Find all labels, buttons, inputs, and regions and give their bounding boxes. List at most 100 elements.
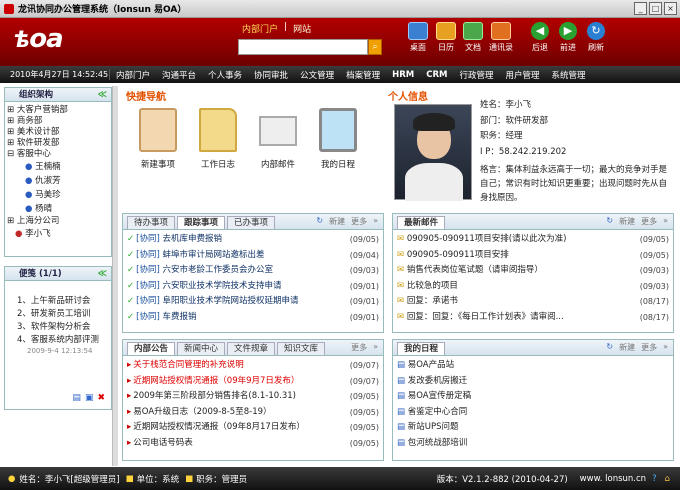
help-icon[interactable]: ? — [652, 474, 657, 484]
refresh-icon[interactable]: ↻ — [316, 216, 323, 227]
list-item[interactable]: ✓ [协同] 六安职业技术学院技术支持申请 (09/01) — [127, 279, 379, 295]
footer-site[interactable]: www. lonsun.cn — [580, 474, 646, 484]
tab-tracking[interactable]: 跟踪事项 — [177, 216, 226, 229]
header-back-button[interactable]: ◀ 后退 — [528, 22, 552, 53]
more-button[interactable]: 更多 — [351, 342, 367, 353]
expand-icon[interactable]: » — [373, 216, 378, 227]
list-item[interactable]: ✉ 回复：承诺书 (08/17) — [397, 294, 669, 310]
expand-icon[interactable]: » — [373, 342, 378, 353]
tree-node[interactable]: ● 王楠楠 — [7, 160, 109, 174]
tree-node[interactable]: ⊞ 美术设计部 — [7, 127, 109, 138]
list-item[interactable]: ✉ 销售代表岗位笔试题（请审阅指导） (09/03) — [397, 263, 669, 279]
tree-node[interactable]: ⊞ 大客户营销部 — [7, 105, 109, 116]
header-desktop-button[interactable]: 桌面 — [406, 22, 430, 53]
menu-item-archives[interactable]: 档案管理 — [340, 69, 386, 81]
header-refresh-button[interactable]: ↻ 刷新 — [584, 22, 608, 53]
quicknav-mail[interactable]: 内部邮件 — [248, 108, 308, 170]
menu-item-system[interactable]: 系统管理 — [546, 69, 592, 81]
tree-node[interactable]: ⊞ 软件研发部 — [7, 138, 109, 149]
menu-item-hrm[interactable]: HRM — [386, 70, 420, 80]
header-forward-button[interactable]: ▶ 前进 — [556, 22, 580, 53]
memo-item[interactable]: 4、客服系统内部评测 — [17, 334, 111, 347]
list-item[interactable]: ▤ 包河统战部培训 — [397, 436, 669, 452]
quicknav-new-item[interactable]: 新建事项 — [128, 108, 188, 170]
menu-item-approval[interactable]: 协同审批 — [248, 69, 294, 81]
tree-node[interactable]: ● 李小飞 — [7, 227, 109, 241]
menu-item-crm[interactable]: CRM — [420, 70, 453, 80]
memo-item[interactable]: 3、软件架构分析会 — [17, 321, 111, 334]
list-item[interactable]: ▸ 2009年第三阶段部分销售排名(8.1-10.31) (09/05) — [127, 389, 379, 405]
refresh-icon[interactable]: ↻ — [606, 342, 613, 353]
new-button[interactable]: 新建 — [619, 216, 635, 227]
tree-node[interactable]: ⊟ 客服中心 — [7, 149, 109, 160]
tab-notices[interactable]: 内部公告 — [127, 342, 176, 355]
list-item[interactable]: ▤ 省鉴定中心合同 — [397, 405, 669, 421]
search-input[interactable] — [238, 39, 368, 55]
quicknav-worklog[interactable]: 工作日志 — [188, 108, 248, 170]
header-contacts-button[interactable]: 通讯录 — [489, 22, 513, 53]
tab-done[interactable]: 已办事项 — [227, 216, 276, 229]
list-item[interactable]: ✓ [协同] 去机库申费报销 (09/05) — [127, 232, 379, 248]
memo-delete-icon[interactable]: ✖ — [97, 393, 105, 403]
tree-node[interactable]: ⊞ 商务部 — [7, 116, 109, 127]
tab-knowledge[interactable]: 知识文库 — [277, 342, 326, 355]
list-item[interactable]: ✓ [协同] 六安市老龄工作委员会办公室 (09/03) — [127, 263, 379, 279]
list-item[interactable]: ▤ 发改委机房搬迁 — [397, 374, 669, 390]
list-item[interactable]: ▸ 近期网站授权情况通报（09年9月7日发布） (09/07) — [127, 374, 379, 390]
list-item[interactable]: ▸ 关于栈范合同管理的补充说明 (09/07) — [127, 358, 379, 374]
tree-node[interactable]: ● 马美珍 — [7, 188, 109, 202]
refresh-icon[interactable]: ↻ — [606, 216, 613, 227]
search-button[interactable]: ⌕ — [368, 39, 382, 55]
header-calendar-button[interactable]: 日历 — [434, 22, 458, 53]
close-button[interactable]: × — [664, 2, 677, 15]
new-button[interactable]: 新建 — [329, 216, 345, 227]
home-icon[interactable]: ⌂ — [665, 474, 680, 484]
list-item[interactable]: ▤ 新站UPS问题 — [397, 420, 669, 436]
collapse-icon[interactable]: ≪ — [98, 88, 107, 102]
more-button[interactable]: 更多 — [641, 216, 657, 227]
minimize-button[interactable]: _ — [634, 2, 647, 15]
list-item[interactable]: ✉ 090905-090911项目安排(请以此次为准) (09/05) — [397, 232, 669, 248]
tree-node[interactable]: ● 杨晴 — [7, 202, 109, 216]
tree-node[interactable]: ⊞ 上海分公司 — [7, 216, 109, 227]
collapse-icon[interactable]: ≪ — [98, 267, 107, 281]
expand-icon[interactable]: » — [663, 216, 668, 227]
search-tab-web[interactable]: 网站 — [293, 22, 311, 35]
maximize-button[interactable]: □ — [649, 2, 662, 15]
list-item[interactable]: ✉ 回复：回复：《每日工作计划表》请审阅... (08/17) — [397, 310, 669, 326]
menu-item-communication[interactable]: 沟通平台 — [156, 69, 202, 81]
memo-item[interactable]: 2、研发新员工培训 — [17, 308, 111, 321]
tab-latest-mail[interactable]: 最新邮件 — [397, 216, 446, 229]
list-item[interactable]: ▸ 易OA升级日志（2009-8-5至8-19） (09/05) — [127, 405, 379, 421]
menu-item-admin[interactable]: 行政管理 — [453, 69, 499, 81]
search-tab-portal[interactable]: 内部门户 — [242, 22, 278, 35]
expand-icon[interactable]: » — [663, 342, 668, 353]
new-button[interactable]: 新建 — [619, 342, 635, 353]
memo-page-icon[interactable]: ▤ — [72, 393, 81, 403]
menu-item-personal[interactable]: 个人事务 — [202, 69, 248, 81]
tab-news[interactable]: 新闻中心 — [177, 342, 226, 355]
more-button[interactable]: 更多 — [641, 342, 657, 353]
tab-rules[interactable]: 文件规章 — [227, 342, 276, 355]
tree-node[interactable]: ● 仇淑芳 — [7, 174, 109, 188]
menu-item-portal[interactable]: 内部门户 — [110, 69, 156, 81]
list-item[interactable]: ✓ [协同] 车费报销 (09/01) — [127, 310, 379, 326]
memo-save-icon[interactable]: ▣ — [85, 393, 94, 403]
header-document-button[interactable]: 文档 — [461, 22, 485, 53]
list-item[interactable]: ✉ 090905-090911项目安排 (09/05) — [397, 248, 669, 264]
list-item[interactable]: ✓ [协同] 阜阳职业技术学院网站授权延期申请 (09/01) — [127, 294, 379, 310]
list-item[interactable]: ✓ [协同] 蚌埠市审计局网站邀标出差 (09/04) — [127, 248, 379, 264]
tab-my-schedule[interactable]: 我的日程 — [397, 342, 446, 355]
list-item[interactable]: ▸ 近期网站授权情况通报（09年8月17日发布） (09/05) — [127, 420, 379, 436]
menu-item-documents[interactable]: 公文管理 — [294, 69, 340, 81]
list-item[interactable]: ✉ 比较急的项目 (09/03) — [397, 279, 669, 295]
more-button[interactable]: 更多 — [351, 216, 367, 227]
menu-item-users[interactable]: 用户管理 — [499, 69, 545, 81]
list-item[interactable]: ▸ 公司电话号码表 (09/05) — [127, 436, 379, 452]
list-item[interactable]: ▤ 易OA宣传册定稿 — [397, 389, 669, 405]
quicknav-schedule[interactable]: 我的日程 — [308, 108, 368, 170]
tab-pending[interactable]: 待办事项 — [127, 216, 176, 229]
memo-item[interactable]: 1、上午新品研讨会 — [17, 295, 111, 308]
sidebar-splitter[interactable] — [112, 86, 118, 466]
list-item[interactable]: ▤ 易OA产品站 — [397, 358, 669, 374]
